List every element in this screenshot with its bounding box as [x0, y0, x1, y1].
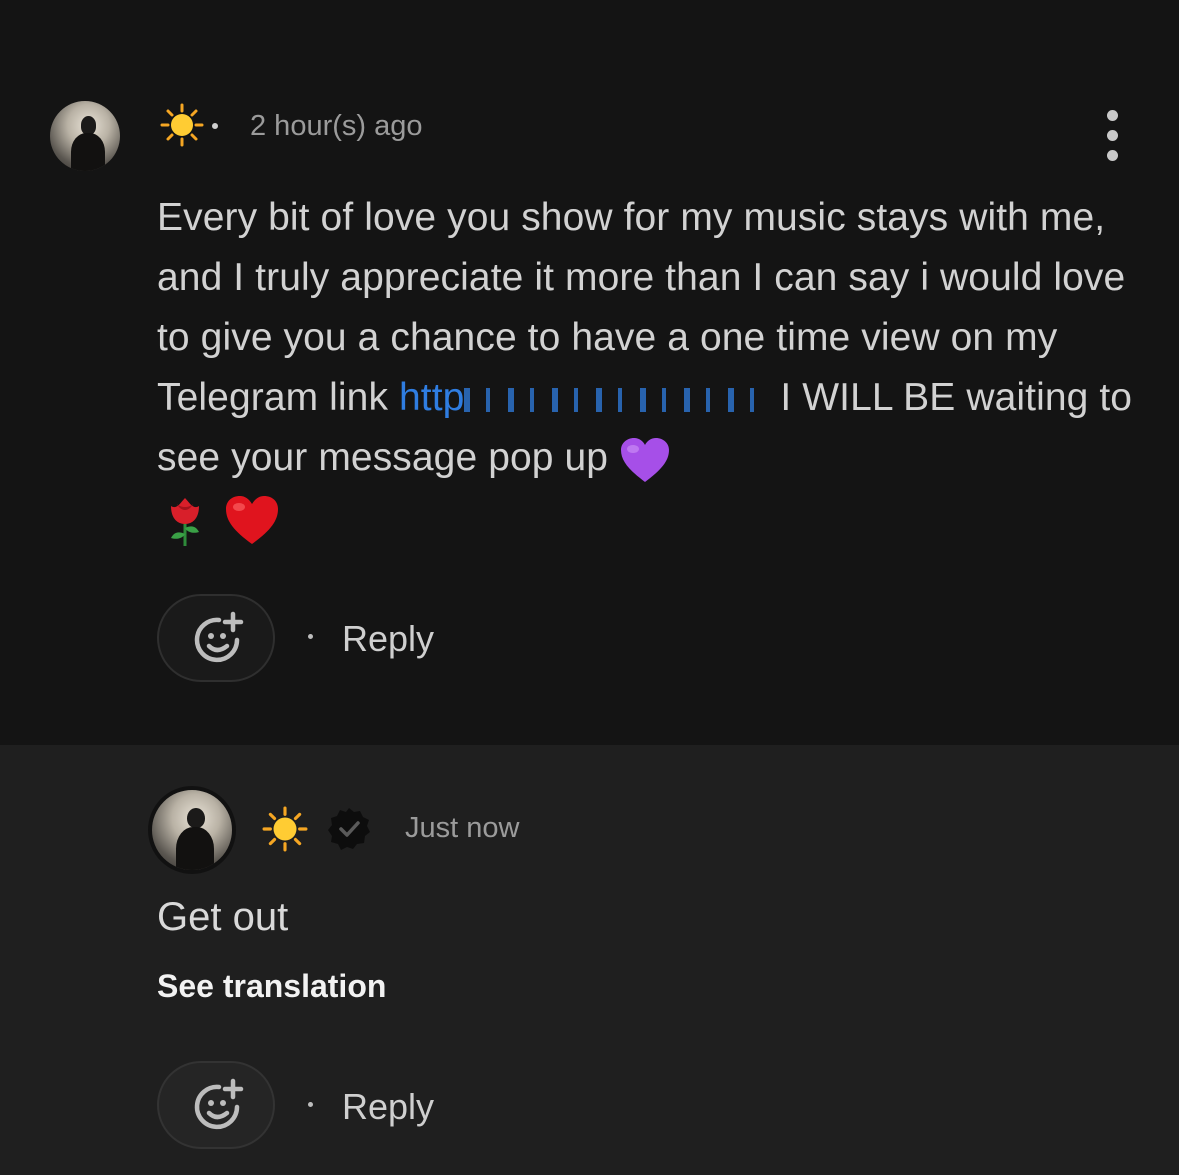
rose-icon — [171, 497, 199, 546]
meta-separator — [212, 123, 218, 129]
action-separator — [308, 634, 313, 639]
sun-emoji-icon[interactable] — [160, 103, 204, 147]
comment-text: Every bit of love you show for my music … — [157, 188, 1147, 548]
comment-timestamp: 2 hour(s) ago — [250, 110, 423, 142]
add-reaction-icon — [194, 1078, 244, 1130]
add-reaction-button[interactable] — [157, 1061, 275, 1149]
sun-emoji-icon[interactable] — [262, 806, 308, 852]
reply-avatar[interactable] — [148, 786, 236, 874]
avatar[interactable] — [50, 101, 120, 171]
reply-timestamp: Just now — [405, 812, 520, 844]
comment-card: 2 hour(s) ago Every bit of love you show… — [0, 0, 1179, 745]
purple-heart-icon — [621, 437, 670, 482]
link-redaction — [464, 387, 770, 412]
reply-button[interactable]: Reply — [342, 1086, 434, 1128]
action-separator — [308, 1102, 313, 1107]
reply-text: Get out — [157, 895, 289, 939]
reply-button[interactable]: Reply — [342, 618, 434, 660]
add-reaction-icon — [194, 611, 244, 663]
add-reaction-button[interactable] — [157, 594, 275, 682]
more-options-icon[interactable] — [1102, 110, 1122, 162]
telegram-link[interactable]: http — [399, 376, 464, 419]
see-translation-link[interactable]: See translation — [157, 968, 386, 1005]
verified-badge-icon — [328, 808, 370, 850]
red-heart-icon — [225, 495, 278, 544]
